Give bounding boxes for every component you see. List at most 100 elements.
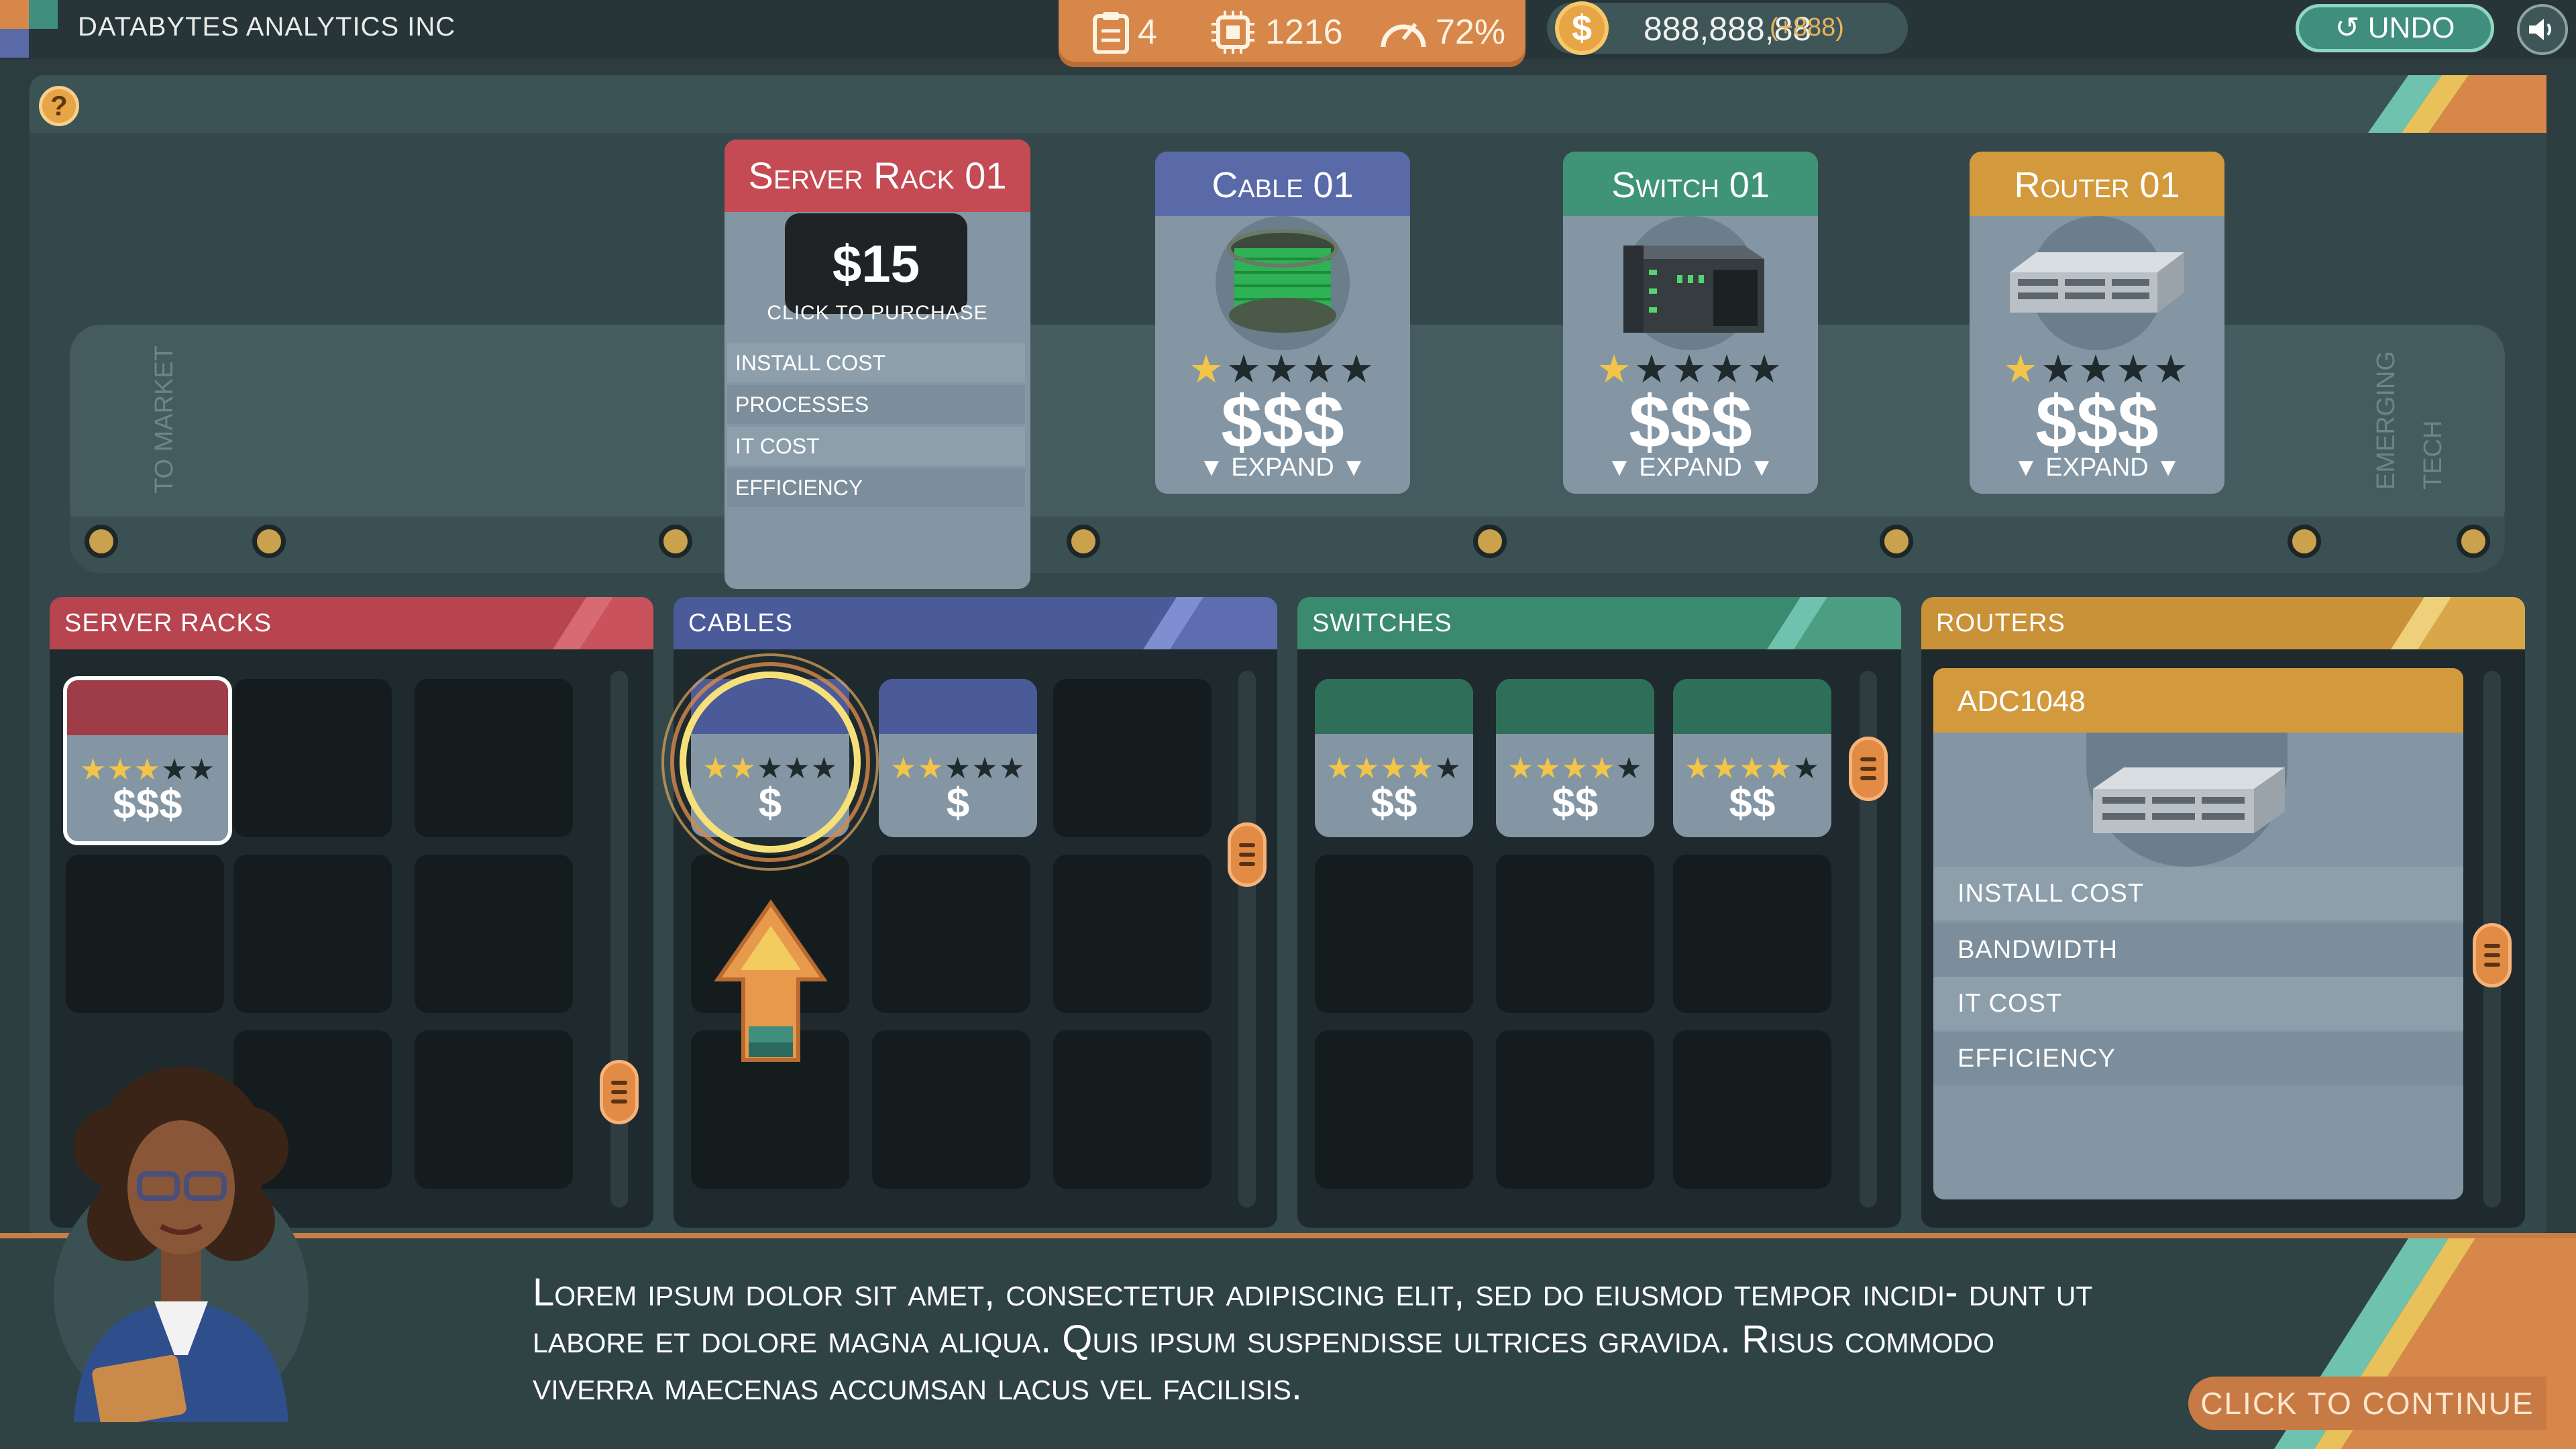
conveyor-bolt	[85, 525, 118, 558]
clipboard-icon	[1093, 12, 1129, 54]
item-price: $	[946, 780, 970, 826]
main-panel-header	[30, 75, 2546, 133]
switch-item[interactable]: ★★★★★ $$	[1496, 679, 1654, 837]
scrollbar-thumb[interactable]	[1228, 822, 1267, 887]
expand-button[interactable]: ▼ EXPAND ▼	[1563, 453, 1818, 482]
dialog-text: Lorem ipsum dolor sit amet, consectetur …	[533, 1271, 2093, 1408]
inventory-slot[interactable]	[1496, 1030, 1654, 1189]
stat-row: IT COST	[727, 427, 1025, 466]
inventory-slot[interactable]	[233, 679, 392, 837]
card-price: $$$	[2035, 381, 2159, 464]
purchase-price-button[interactable]: $15	[785, 213, 967, 314]
stat-row: EFFICIENCY	[1933, 1032, 2463, 1085]
inventory-slot[interactable]	[1673, 1030, 1831, 1189]
card-title: Switch 01	[1563, 152, 1818, 216]
inventory-slot[interactable]	[1053, 1030, 1212, 1189]
item-price: $$$	[113, 782, 182, 828]
scrollbar-thumb[interactable]	[1849, 737, 1888, 801]
stat-row: IT COST	[1933, 977, 2463, 1030]
coin-icon: $	[1555, 1, 1609, 55]
inventory-slot[interactable]	[233, 855, 392, 1013]
inventory-slot[interactable]	[415, 679, 573, 837]
conveyor-bolt	[1880, 525, 1913, 558]
inventory-slot[interactable]	[1673, 855, 1831, 1013]
item-price: $$	[1371, 780, 1417, 826]
panel-stripes-decoration	[1143, 597, 1277, 649]
item-header	[67, 680, 228, 735]
undo-label: UNDO	[2367, 11, 2455, 44]
inventory-slot[interactable]	[415, 1030, 573, 1189]
conveyor-bolt	[252, 525, 286, 558]
expand-button[interactable]: ▼ EXPAND ▼	[1155, 453, 1410, 482]
item-price: $$	[1729, 780, 1776, 826]
inventory-slot[interactable]	[1315, 855, 1473, 1013]
cable-spool-icon	[1227, 229, 1338, 333]
inventory-slot[interactable]	[1053, 679, 1212, 837]
header-stripes-decoration	[2368, 75, 2546, 133]
undo-button[interactable]: ↺ UNDO	[2296, 4, 2494, 52]
conveyor-bolt	[2288, 525, 2321, 558]
stat-row: EFFICIENCY	[727, 468, 1025, 507]
conveyor-rail	[70, 517, 2505, 573]
inventory-slot[interactable]	[1496, 855, 1654, 1013]
switch-market-card[interactable]: Switch 01 ★★★★★ $$$ ▼ EXPAND ▼	[1563, 152, 1818, 494]
tutorial-arrow-icon	[714, 899, 828, 1062]
emerging-tech-label: EMERGING TECH	[2372, 351, 2447, 490]
panel-stripes-decoration	[1767, 597, 1901, 649]
card-title: Router 01	[1970, 152, 2224, 216]
card-title: Cable 01	[1155, 152, 1410, 216]
expand-button[interactable]: ▼ EXPAND ▼	[1970, 453, 2224, 482]
scrollbar-thumb[interactable]	[600, 1060, 639, 1124]
stat-row: INSTALL COST	[1933, 867, 2463, 920]
card-price: $$$	[1629, 381, 1752, 464]
advisor-avatar	[54, 1067, 309, 1422]
router-model-name: ADC1048	[1933, 668, 2463, 733]
item-price: $$	[1552, 780, 1599, 826]
conveyor-bolt	[1473, 525, 1507, 558]
item-header	[1673, 679, 1831, 734]
scrollbar-track[interactable]	[1238, 671, 1256, 1208]
money-delta: (+888)	[1770, 13, 1844, 42]
inventory-slot[interactable]	[872, 855, 1030, 1013]
item-header	[1315, 679, 1473, 734]
switch-item[interactable]: ★★★★★ $$	[1315, 679, 1473, 837]
inventory-slot[interactable]	[1315, 1030, 1473, 1189]
router-hardware-icon	[2093, 767, 2285, 833]
inventory-slot[interactable]	[872, 1030, 1030, 1189]
server-rack-item[interactable]: ★★★★★ $$$	[63, 676, 232, 845]
card-price: $$$	[1221, 381, 1344, 464]
router-hardware-icon	[2010, 252, 2184, 313]
switch-hardware-icon	[1623, 246, 1764, 333]
speedometer-icon	[1381, 23, 1426, 48]
card-title: Server Rack 01	[724, 140, 1030, 212]
stat-row: BANDWIDTH	[1933, 923, 2463, 977]
cpu-chip-icon	[1212, 11, 1254, 54]
inventory-slot[interactable]	[66, 855, 224, 1013]
conveyor-bolt	[659, 525, 692, 558]
stat-row: INSTALL COST	[727, 343, 1025, 382]
efficiency-percent: 72%	[1436, 13, 1506, 52]
to-market-label: TO MARKET	[150, 345, 178, 494]
cable-item[interactable]: ★★★★★ $	[879, 679, 1037, 837]
purchase-hint: CLICK TO PURCHASE	[767, 302, 988, 324]
conveyor-bolt	[1067, 525, 1100, 558]
help-button[interactable]: ?	[39, 86, 79, 126]
inventory-slot[interactable]	[1053, 855, 1212, 1013]
highlight-ring	[661, 653, 879, 871]
cable-market-card[interactable]: Cable 01 ★★★★★ $$$ ▼ EXPAND ▼	[1155, 152, 1410, 494]
panel-stripes-decoration	[2391, 597, 2525, 649]
sound-button[interactable]	[2517, 4, 2568, 55]
inventory-slot[interactable]	[415, 855, 573, 1013]
continue-button[interactable]: CLICK TO CONTINUE	[2188, 1377, 2546, 1430]
cpu-count: 1216	[1265, 13, 1343, 52]
scrollbar-track[interactable]	[610, 671, 628, 1208]
stat-row: PROCESSES	[727, 385, 1025, 424]
router-market-card[interactable]: Router 01 ★★★★★ $$$ ▼ EXPAND ▼	[1970, 152, 2224, 494]
company-logo	[0, 0, 58, 58]
scrollbar-thumb[interactable]	[2473, 923, 2512, 987]
conveyor-bolt	[2457, 525, 2490, 558]
item-header	[879, 679, 1037, 734]
item-header	[1496, 679, 1654, 734]
speaker-icon	[2529, 19, 2551, 40]
switch-item[interactable]: ★★★★★ $$	[1673, 679, 1831, 837]
